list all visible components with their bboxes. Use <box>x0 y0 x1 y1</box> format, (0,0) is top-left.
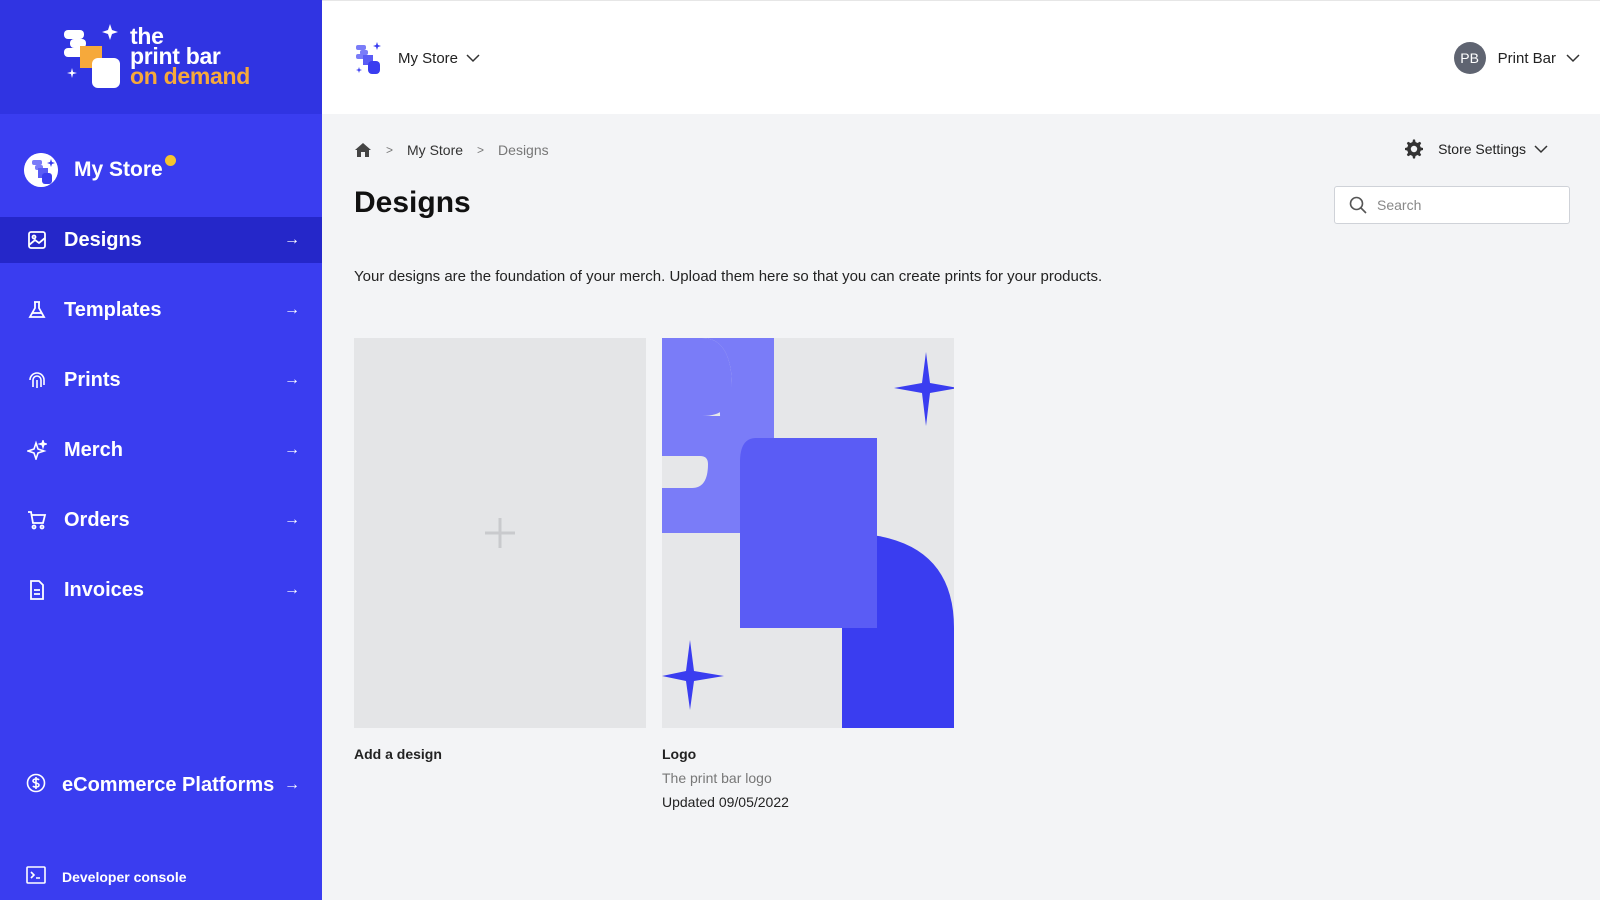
sidebar-store-name: My Store <box>74 158 163 181</box>
sidebar-store-header[interactable]: My Store <box>24 152 176 188</box>
sidebar-item-developer-console[interactable]: Developer console <box>0 862 322 892</box>
design-updated-date: Updated 09/05/2022 <box>662 794 789 810</box>
user-menu[interactable]: PB Print Bar <box>1453 42 1580 74</box>
chevron-down-icon <box>1566 54 1580 63</box>
store-switcher[interactable]: My Store <box>354 41 480 75</box>
main-content: > My Store > Designs Store Settings Desi… <box>322 114 1600 900</box>
store-logo-icon <box>356 42 381 74</box>
top-bar: My Store PB Print Bar <box>322 0 1600 114</box>
store-avatar <box>24 153 58 187</box>
design-logo-artwork <box>662 338 954 728</box>
store-settings-label: Store Settings <box>1438 141 1526 157</box>
sidebar-item-label: eCommerce Platforms <box>62 774 275 796</box>
print-bar-logo-icon <box>64 24 120 88</box>
image-icon <box>26 229 48 251</box>
chevron-down-icon <box>1534 145 1548 154</box>
chevron-down-icon <box>466 54 480 63</box>
chevron-right-icon: > <box>386 143 394 157</box>
sidebar-item-label: Developer console <box>62 869 187 885</box>
arrow-right-icon: → <box>284 371 300 388</box>
add-design-label: Add a design <box>354 746 442 762</box>
sidebar-item-invoices[interactable]: Invoices → <box>0 567 322 613</box>
user-name: Print Bar <box>1497 49 1556 67</box>
design-subtitle: The print bar logo <box>662 770 772 786</box>
sidebar-item-templates[interactable]: Templates → <box>0 287 322 333</box>
notification-dot <box>164 154 176 166</box>
sidebar-item-label: Templates <box>64 298 162 321</box>
dollar-circle-icon <box>26 773 46 798</box>
sidebar-item-prints[interactable]: Prints → <box>0 357 322 403</box>
arrow-right-icon: → <box>284 581 300 598</box>
store-logo-icon <box>24 153 58 187</box>
sidebar-item-designs[interactable]: Designs → <box>0 217 322 263</box>
page-title: Designs <box>354 186 471 219</box>
search-icon <box>1349 196 1367 214</box>
terminal-icon <box>26 865 46 890</box>
add-design-card[interactable]: Add a design <box>354 338 646 762</box>
sidebar-item-label: Prints <box>64 368 121 391</box>
arrow-right-icon: → <box>284 511 300 528</box>
sidebar-item-orders[interactable]: Orders → <box>0 497 322 543</box>
design-thumbnail[interactable] <box>662 338 954 728</box>
store-settings-button[interactable]: Store Settings <box>1404 136 1548 162</box>
breadcrumb-current: Designs <box>498 142 549 158</box>
document-icon <box>26 579 48 601</box>
sparkle-icon <box>26 439 48 461</box>
add-design-tile[interactable] <box>354 338 646 728</box>
home-icon[interactable] <box>354 142 372 158</box>
cart-icon <box>26 509 48 531</box>
search-box[interactable] <box>1334 186 1570 224</box>
arrow-right-icon: → <box>284 776 300 793</box>
fingerprint-icon <box>26 369 48 391</box>
sidebar-item-merch[interactable]: Merch → <box>0 427 322 473</box>
sidebar: the print bar on demand My Store Designs… <box>0 0 322 900</box>
brand-logo[interactable]: the print bar on demand <box>0 0 322 114</box>
chevron-right-icon: > <box>477 143 485 157</box>
sidebar-item-label: Designs <box>64 228 142 251</box>
sidebar-nav: Designs → Templates → Prints → Merch → O… <box>0 217 322 637</box>
search-input[interactable] <box>1377 197 1557 213</box>
sidebar-item-ecommerce-platforms[interactable]: eCommerce Platforms → <box>0 753 322 817</box>
arrow-right-icon: → <box>284 231 300 248</box>
store-switcher-label: My Store <box>398 49 459 67</box>
brand-line-3: on demand <box>130 63 250 89</box>
gear-icon <box>1405 139 1424 159</box>
plus-icon <box>485 518 515 548</box>
sidebar-item-label: Invoices <box>64 578 145 601</box>
sidebar-item-label: Orders <box>64 508 130 531</box>
sidebar-item-label: Merch <box>64 438 123 461</box>
breadcrumb-link-store[interactable]: My Store <box>407 142 463 158</box>
arrow-right-icon: → <box>284 301 300 318</box>
flask-icon <box>26 299 48 321</box>
arrow-right-icon: → <box>284 441 300 458</box>
brand-wordmark: the print bar on demand <box>130 25 250 89</box>
page-description: Your designs are the foundation of your … <box>354 268 1103 285</box>
avatar: PB <box>1453 42 1486 74</box>
design-title: Logo <box>662 746 697 762</box>
design-card[interactable]: Logo The print bar logo Updated 09/05/20… <box>662 338 954 810</box>
breadcrumb: > My Store > Designs <box>354 138 549 162</box>
